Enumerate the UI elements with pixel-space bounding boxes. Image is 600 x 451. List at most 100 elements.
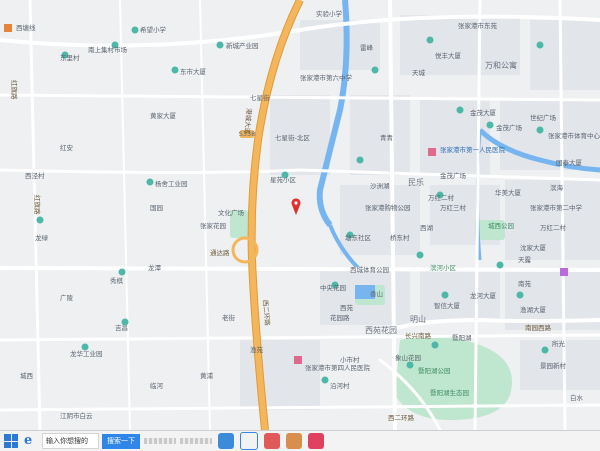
map-label: 暨阳湖生态园 (430, 388, 469, 397)
map-label: 青青 (380, 133, 394, 142)
map-label: 滨海 (550, 183, 564, 192)
map-label: 沿河村 (330, 381, 350, 390)
poi-pin-icon[interactable] (146, 178, 154, 186)
taskbar: e 输入你想搜的 搜索一下 (0, 430, 600, 451)
map-label: 塘东社区 (345, 233, 372, 242)
poi-pin-icon[interactable] (216, 41, 224, 49)
poi-pin-icon[interactable] (356, 156, 364, 164)
map-label: 老街 (222, 313, 236, 322)
sogou-app-icon[interactable] (240, 432, 258, 450)
poi-pin-icon[interactable] (131, 26, 139, 34)
map-label: 万红三村 (440, 203, 467, 212)
poi-pin-icon[interactable] (486, 121, 494, 129)
map-label: 张家港市第四人民医院 (305, 363, 371, 372)
map-label: 西塘线 (16, 23, 36, 32)
school-icon[interactable] (560, 268, 568, 276)
map-label: 西泾村 (25, 171, 45, 180)
map-label: 东里村 (60, 53, 80, 62)
map-label: 金茂广场 (440, 171, 467, 180)
hospital-icon[interactable] (428, 148, 436, 156)
map-label: 西城体育公园 (350, 265, 389, 274)
map-label: 张家港市第一人民医院 (440, 145, 506, 154)
map-label: 张家港市第二中学 (530, 203, 583, 212)
store-app-icon[interactable] (308, 433, 324, 449)
photo-app-icon[interactable] (286, 433, 302, 449)
map-label: 临河 (150, 381, 164, 390)
map-label: 景园新村 (540, 361, 567, 370)
map-label: 秀棋 (110, 276, 124, 285)
poi-pin-icon[interactable] (536, 41, 544, 49)
map-label: 七星街 (250, 93, 270, 102)
taskbar-search-input[interactable]: 输入你想搜的 (42, 433, 99, 449)
poi-pin-icon[interactable] (516, 291, 524, 299)
map-label: 张家港购物公园 (365, 203, 411, 212)
map-label: 黄浦 (200, 371, 214, 380)
map-label: 悦丰大厦 (435, 51, 462, 60)
map-label: 万和公寓 (485, 60, 517, 70)
hospital-icon[interactable] (294, 356, 302, 364)
poi-pin-icon[interactable] (496, 261, 504, 269)
map-label: 杨舍工业园 (155, 179, 188, 188)
map-label: 天城 (412, 69, 426, 77)
map-label: 南园西路 (525, 323, 552, 332)
map-label: 黄家大厦 (150, 111, 177, 120)
map-canvas[interactable]: S338 西塘线 希望小学 南上集村市场 东里村 东市大厦 新城产业园 实验小学… (0, 0, 600, 430)
map-label: 世纪广场 (530, 113, 557, 122)
map-label: 张家港市第六中学 (300, 73, 353, 82)
poi-pin-icon[interactable] (541, 346, 549, 354)
poi-pin-icon[interactable] (431, 341, 439, 349)
map-label: 张家花园 (200, 221, 226, 230)
media-app-icon[interactable] (264, 433, 280, 449)
map-label: 实验小学 (316, 9, 343, 18)
map-label: 星苑小区 (270, 175, 297, 184)
taskbar-separator (180, 438, 212, 444)
map-label: 西苑花园 (365, 325, 397, 335)
map-label: 城西公园 (488, 222, 514, 230)
map-label: 白水 (570, 393, 584, 402)
map-label: 西苑 (340, 303, 354, 312)
map-label: 文化广场 (218, 208, 245, 217)
map-label: 南苑 (518, 279, 532, 288)
map-label: 城西 (20, 372, 34, 380)
map-label: 国泰大厦 (556, 158, 583, 167)
poi-pin-icon[interactable] (426, 36, 434, 44)
poi-pin-icon[interactable] (118, 268, 126, 276)
map-label: 龙华工业园 (70, 349, 103, 358)
map-label: 花园路 (330, 313, 350, 322)
browser-app-icon[interactable] (218, 433, 234, 449)
taskbar-search-button[interactable]: 搜索一下 (102, 433, 140, 449)
poi-pin-icon[interactable] (36, 216, 44, 224)
map-label: 通达路 (210, 248, 230, 257)
map-label: 长兴南路 (405, 331, 432, 340)
map-label: 渔湖大厦 (520, 305, 547, 314)
poi-pin-icon[interactable] (171, 66, 179, 74)
poi-pin-icon[interactable] (416, 251, 424, 259)
map-label: 雷峰 (360, 43, 374, 52)
ie-browser-icon[interactable]: e (24, 434, 38, 448)
poi-pin-icon[interactable] (536, 126, 544, 134)
map-label: 香山 (370, 289, 383, 298)
map-label: 广陵 (60, 293, 74, 302)
map-label: 张家港市体育中心 (548, 131, 600, 140)
school-icon[interactable] (4, 24, 12, 32)
map-label: 红旗路 (33, 195, 42, 215)
map-label: 暨阳湖公园 (418, 366, 451, 375)
poi-pin-icon[interactable] (321, 376, 329, 384)
start-icon[interactable] (4, 434, 18, 448)
poi-pin-icon[interactable] (441, 291, 449, 299)
map-label: 沙洲湖 (370, 181, 390, 190)
poi-pin-icon[interactable] (456, 106, 464, 114)
map-label: 红旗路 (10, 80, 19, 100)
map-label: 象山花园 (395, 353, 421, 362)
map-label: 江阴市白云 (60, 411, 93, 420)
map-label: 桥东村 (390, 233, 410, 242)
map-label: 沈家大厦 (520, 243, 547, 252)
map-label: 民乐 (408, 177, 424, 187)
map-label: 金茂大厦 (470, 108, 497, 117)
poi-pin-icon[interactable] (371, 66, 379, 74)
poi-pin-icon[interactable] (406, 361, 414, 369)
taskbar-separator (144, 438, 176, 444)
map-label: 明山 (410, 314, 426, 324)
map-label: 中央花园 (320, 283, 346, 292)
map-label: 希望小学 (140, 25, 167, 34)
